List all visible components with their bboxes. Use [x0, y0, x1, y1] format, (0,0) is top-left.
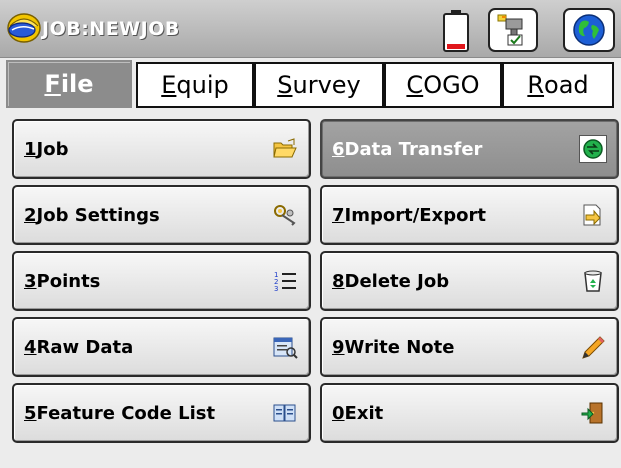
tab-cogo[interactable]: C OGO	[384, 62, 502, 108]
title-bar: JOB:NEWJOB	[0, 0, 621, 58]
raw-data-button-number: 4	[24, 336, 37, 358]
delete-job-button-text: 8 Delete Job	[332, 253, 449, 309]
open-folder-icon	[271, 135, 299, 163]
write-note-button-label: Write Note	[344, 336, 455, 358]
delete-job-button-number: 8	[332, 270, 345, 292]
points-button[interactable]: 3 Points 1 2 3	[12, 251, 311, 311]
exit-door-icon	[579, 399, 607, 427]
points-button-label: Points	[36, 270, 101, 292]
write-note-button-text: 9 Write Note	[332, 319, 454, 375]
data-transfer-button[interactable]: 6 Data Transfer	[320, 119, 619, 179]
recycle-bin-icon	[579, 267, 607, 295]
import-export-button[interactable]: 7 Import/Export	[320, 185, 619, 245]
feature-code-list-button[interactable]: 5 Feature Code List	[12, 383, 311, 443]
write-note-button[interactable]: 9 Write Note	[320, 317, 619, 377]
write-note-button-number: 9	[332, 336, 345, 358]
job-button-label: Job	[36, 138, 69, 160]
globe-button[interactable]	[563, 8, 615, 52]
raw-data-button[interactable]: 4 Raw Data	[12, 317, 311, 377]
globe-icon	[573, 14, 605, 46]
raw-data-button-text: 4 Raw Data	[24, 319, 133, 375]
tab-file[interactable]: File	[6, 60, 132, 108]
tab-survey-label: urvey	[292, 71, 361, 99]
tab-road-label: oad	[544, 71, 589, 99]
job-button-text: 1 Job	[24, 121, 68, 177]
tab-survey-mnemonic: S	[277, 71, 293, 99]
job-settings-button-text: 2 Job Settings	[24, 187, 160, 243]
job-title: JOB:NEWJOB	[42, 18, 180, 40]
import-export-button-number: 7	[332, 204, 345, 226]
feature-code-list-button-text: 5 Feature Code List	[24, 385, 215, 441]
tab-survey[interactable]: Survey	[254, 62, 384, 108]
instrument-status-icon	[497, 14, 523, 46]
menu-bar: File Equip Survey C OGO Road	[0, 58, 621, 110]
exit-button-label: Exit	[344, 402, 384, 424]
svg-text:3: 3	[274, 285, 278, 293]
surveyor-helmet-icon[interactable]	[6, 10, 42, 44]
book-icon	[271, 399, 299, 427]
raw-data-button-label: Raw Data	[36, 336, 134, 358]
data-transfer-button-label: Data Transfer	[344, 138, 483, 160]
delete-job-button-label: Delete Job	[344, 270, 450, 292]
job-settings-button-label: Job Settings	[36, 204, 160, 226]
pencil-icon	[579, 333, 607, 361]
job-button-number: 1	[24, 138, 37, 160]
tab-equip-mnemonic: E	[161, 71, 177, 99]
numbered-list-icon: 1 2 3	[271, 267, 299, 295]
feature-code-list-button-number: 5	[24, 402, 37, 424]
transfer-globe-icon	[579, 135, 607, 163]
job-settings-button-number: 2	[24, 204, 37, 226]
tab-equip[interactable]: Equip	[136, 62, 254, 108]
points-button-number: 3	[24, 270, 37, 292]
points-button-text: 3 Points	[24, 253, 100, 309]
exit-button-text: 0 Exit	[332, 385, 383, 441]
tab-road-mnemonic: R	[527, 71, 545, 99]
battery-icon	[443, 10, 469, 52]
tab-cogo-mnemonic: C	[406, 71, 424, 99]
tab-file-label: ile	[60, 70, 94, 98]
exit-button-number: 0	[332, 402, 345, 424]
file-menu-panel: 1 Job 2 Job Settings 3 Points 1 2 3 4 Ra…	[0, 110, 621, 468]
import-export-button-label: Import/Export	[344, 204, 486, 226]
instrument-status-button[interactable]	[488, 8, 538, 52]
job-button[interactable]: 1 Job	[12, 119, 311, 179]
raw-data-icon	[271, 333, 299, 361]
tab-cogo-label: OGO	[423, 71, 480, 99]
feature-code-list-button-label: Feature Code List	[36, 402, 216, 424]
job-settings-button[interactable]: 2 Job Settings	[12, 185, 311, 245]
data-transfer-button-text: 6 Data Transfer	[332, 121, 482, 177]
data-transfer-button-number: 6	[332, 138, 345, 160]
tab-file-mnemonic: F	[44, 70, 61, 98]
settings-keys-icon	[271, 201, 299, 229]
tab-road[interactable]: Road	[502, 62, 614, 108]
tab-equip-label: quip	[176, 71, 229, 99]
import-export-button-text: 7 Import/Export	[332, 187, 486, 243]
exit-button[interactable]: 0 Exit	[320, 383, 619, 443]
import-export-icon	[579, 201, 607, 229]
delete-job-button[interactable]: 8 Delete Job	[320, 251, 619, 311]
